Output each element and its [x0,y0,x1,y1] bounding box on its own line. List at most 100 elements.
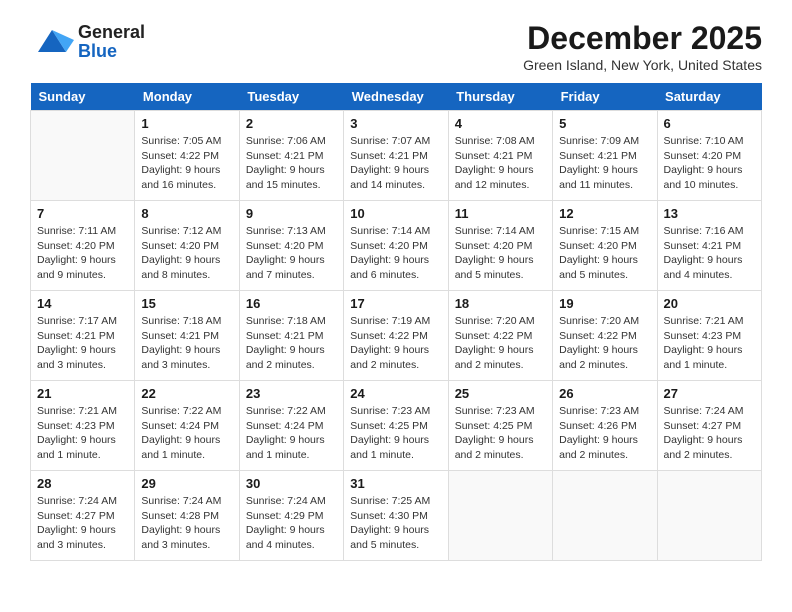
day-info: Sunrise: 7:24 AMSunset: 4:27 PMDaylight:… [37,494,128,553]
calendar-cell: 14 Sunrise: 7:17 AMSunset: 4:21 PMDayligh… [31,291,135,381]
day-info: Sunrise: 7:20 AMSunset: 4:22 PMDaylight:… [455,314,546,373]
day-number: 26 [559,386,650,401]
calendar-cell: 6Sunrise: 7:10 AMSunset: 4:20 PMDaylight… [657,111,761,201]
day-number: 14 [37,296,128,311]
calendar-cell: 5Sunrise: 7:09 AMSunset: 4:21 PMDaylight… [553,111,657,201]
day-number: 9 [246,206,337,221]
day-number: 28 [37,476,128,491]
day-number: 22 [141,386,232,401]
day-number: 7 [37,206,128,221]
day-info: Sunrise: 7:22 AMSunset: 4:24 PMDaylight:… [141,404,232,463]
day-number: 27 [664,386,755,401]
logo: General Blue [30,20,145,64]
calendar-week-1: 7 Sunrise: 7:11 AMSunset: 4:20 PMDaylight… [31,201,762,291]
day-info: Sunrise: 7:16 AMSunset: 4:21 PMDaylight:… [664,224,755,283]
calendar-cell [448,471,552,561]
calendar-cell: 16 Sunrise: 7:18 AMSunset: 4:21 PMDayligh… [239,291,343,381]
day-info: Sunrise: 7:21 AMSunset: 4:23 PMDaylight:… [37,404,128,463]
day-info: Sunrise: 7:24 AMSunset: 4:28 PMDaylight:… [141,494,232,553]
page-header: General Blue December 2025 Green Island,… [30,20,762,73]
day-info: Sunrise: 7:14 AMSunset: 4:20 PMDaylight:… [455,224,546,283]
calendar-week-2: 14 Sunrise: 7:17 AMSunset: 4:21 PMDayligh… [31,291,762,381]
weekday-header-monday: Monday [135,83,239,111]
day-number: 2 [246,116,337,131]
day-number: 17 [350,296,441,311]
calendar-cell: 31Sunrise: 7:25 AMSunset: 4:30 PMDayligh… [344,471,448,561]
calendar-cell: 2 Sunrise: 7:06 AMSunset: 4:21 PMDaylight… [239,111,343,201]
day-info: Sunrise: 7:05 AMSunset: 4:22 PMDaylight:… [141,134,232,193]
calendar-cell: 3Sunrise: 7:07 AMSunset: 4:21 PMDaylight… [344,111,448,201]
calendar-cell: 29 Sunrise: 7:24 AMSunset: 4:28 PMDayligh… [135,471,239,561]
day-info: Sunrise: 7:22 AMSunset: 4:24 PMDaylight:… [246,404,337,463]
calendar-cell: 4Sunrise: 7:08 AMSunset: 4:21 PMDaylight… [448,111,552,201]
calendar-cell: 10 Sunrise: 7:14 AMSunset: 4:20 PMDayligh… [344,201,448,291]
calendar-cell [31,111,135,201]
calendar-cell: 12Sunrise: 7:15 AMSunset: 4:20 PMDayligh… [553,201,657,291]
day-number: 11 [455,206,546,221]
location-text: Green Island, New York, United States [523,57,762,73]
calendar-table: SundayMondayTuesdayWednesdayThursdayFrid… [30,83,762,561]
day-number: 19 [559,296,650,311]
calendar-cell: 22 Sunrise: 7:22 AMSunset: 4:24 PMDayligh… [135,381,239,471]
day-number: 13 [664,206,755,221]
calendar-body: 1 Sunrise: 7:05 AMSunset: 4:22 PMDaylight… [31,111,762,561]
weekday-header-thursday: Thursday [448,83,552,111]
calendar-week-3: 21 Sunrise: 7:21 AMSunset: 4:23 PMDayligh… [31,381,762,471]
calendar-cell: 19 Sunrise: 7:20 AMSunset: 4:22 PMDayligh… [553,291,657,381]
calendar-cell [657,471,761,561]
day-number: 5 [559,116,650,131]
day-info: Sunrise: 7:11 AMSunset: 4:20 PMDaylight:… [37,224,128,283]
day-number: 21 [37,386,128,401]
day-number: 8 [141,206,232,221]
weekday-header-friday: Friday [553,83,657,111]
day-number: 24 [350,386,441,401]
calendar-cell: 25Sunrise: 7:23 AMSunset: 4:25 PMDayligh… [448,381,552,471]
calendar-cell: 11 Sunrise: 7:14 AMSunset: 4:20 PMDayligh… [448,201,552,291]
day-number: 18 [455,296,546,311]
day-info: Sunrise: 7:06 AMSunset: 4:21 PMDaylight:… [246,134,337,193]
calendar-cell: 28 Sunrise: 7:24 AMSunset: 4:27 PMDayligh… [31,471,135,561]
calendar-cell [553,471,657,561]
calendar-cell: 30 Sunrise: 7:24 AMSunset: 4:29 PMDayligh… [239,471,343,561]
weekday-header-wednesday: Wednesday [344,83,448,111]
calendar-cell: 8Sunrise: 7:12 AMSunset: 4:20 PMDaylight… [135,201,239,291]
day-number: 29 [141,476,232,491]
day-info: Sunrise: 7:24 AMSunset: 4:27 PMDaylight:… [664,404,755,463]
day-number: 12 [559,206,650,221]
day-info: Sunrise: 7:24 AMSunset: 4:29 PMDaylight:… [246,494,337,553]
day-info: Sunrise: 7:08 AMSunset: 4:21 PMDaylight:… [455,134,546,193]
calendar-cell: 23 Sunrise: 7:22 AMSunset: 4:24 PMDayligh… [239,381,343,471]
calendar-header: SundayMondayTuesdayWednesdayThursdayFrid… [31,83,762,111]
weekday-header-saturday: Saturday [657,83,761,111]
day-info: Sunrise: 7:14 AMSunset: 4:20 PMDaylight:… [350,224,441,283]
day-number: 30 [246,476,337,491]
day-number: 10 [350,206,441,221]
logo-icon [30,20,74,64]
calendar-cell: 15Sunrise: 7:18 AMSunset: 4:21 PMDayligh… [135,291,239,381]
logo-general-text: General [78,23,145,42]
day-number: 1 [141,116,232,131]
calendar-cell: 18 Sunrise: 7:20 AMSunset: 4:22 PMDayligh… [448,291,552,381]
logo-blue-text: Blue [78,42,145,61]
day-info: Sunrise: 7:18 AMSunset: 4:21 PMDaylight:… [246,314,337,373]
month-title: December 2025 [523,20,762,57]
day-number: 23 [246,386,337,401]
calendar-week-0: 1 Sunrise: 7:05 AMSunset: 4:22 PMDaylight… [31,111,762,201]
day-info: Sunrise: 7:13 AMSunset: 4:20 PMDaylight:… [246,224,337,283]
day-number: 20 [664,296,755,311]
calendar-cell: 7 Sunrise: 7:11 AMSunset: 4:20 PMDaylight… [31,201,135,291]
calendar-cell: 9 Sunrise: 7:13 AMSunset: 4:20 PMDaylight… [239,201,343,291]
day-info: Sunrise: 7:23 AMSunset: 4:25 PMDaylight:… [350,404,441,463]
weekday-header-tuesday: Tuesday [239,83,343,111]
calendar-cell: 17Sunrise: 7:19 AMSunset: 4:22 PMDayligh… [344,291,448,381]
weekday-row: SundayMondayTuesdayWednesdayThursdayFrid… [31,83,762,111]
day-number: 6 [664,116,755,131]
day-number: 31 [350,476,441,491]
calendar-cell: 26Sunrise: 7:23 AMSunset: 4:26 PMDayligh… [553,381,657,471]
day-number: 16 [246,296,337,311]
weekday-header-sunday: Sunday [31,83,135,111]
day-info: Sunrise: 7:23 AMSunset: 4:25 PMDaylight:… [455,404,546,463]
day-info: Sunrise: 7:17 AMSunset: 4:21 PMDaylight:… [37,314,128,373]
day-info: Sunrise: 7:07 AMSunset: 4:21 PMDaylight:… [350,134,441,193]
day-info: Sunrise: 7:20 AMSunset: 4:22 PMDaylight:… [559,314,650,373]
